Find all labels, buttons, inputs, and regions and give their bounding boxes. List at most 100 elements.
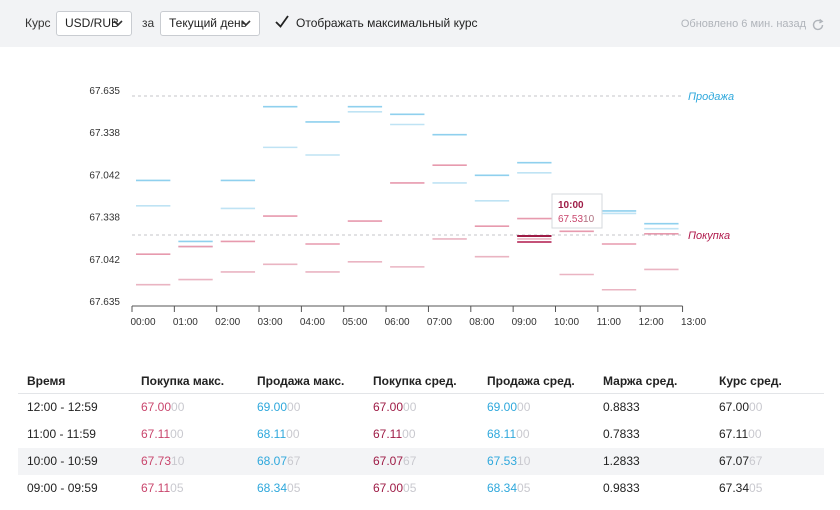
cell-value-tail: 67 [749,454,763,468]
cell-value-main: 67.34 [719,481,750,495]
cell-value-main: 67.11 [141,481,171,495]
cell-value-main: 67.00 [373,400,404,414]
cell-value-main: 69.00 [487,400,518,414]
cell-margin-avg: 1.2833 [603,454,640,468]
x-tick-label: 11:00 [597,317,622,328]
cell-buy-avg: 67.0000 [373,394,416,421]
toolbar: Курс USD/RUB за Текущий день Отображать … [0,0,840,47]
cell-value-main: 68.34 [257,481,288,495]
table-row[interactable]: 11:00 - 11:59 67.1100 68.1100 67.1100 68.110… [18,421,824,448]
for-label: за [142,16,155,30]
cell-value-main: 69.00 [257,400,288,414]
chevron-down-icon [241,20,251,27]
cell-sell-max: 68.0767 [257,448,300,475]
rates-table: Время Покупка макс. Продажа макс. Покупк… [18,369,824,502]
cell-time: 10:00 - 10:59 [27,454,98,468]
cell-buy-max: 67.7310 [141,448,184,475]
cell-value-tail: 10 [171,454,185,468]
cell-value-tail: 10 [517,454,531,468]
cell-margin-avg: 0.7833 [603,427,640,441]
header-buy-avg: Покупка сред. [373,374,457,388]
table-row[interactable]: 10:00 - 10:59 67.7310 68.0767 67.0767 67.531… [18,448,824,475]
cell-value-tail: 00 [516,427,530,441]
x-tick-label: 01:00 [173,317,198,328]
y-tick-label: 67.042 [89,255,120,266]
cell-value-main: 67.11 [141,427,171,441]
y-tick-label: 67.042 [89,170,120,181]
y-tick-label: 67.635 [89,86,120,97]
cell-value-tail: 00 [748,427,762,441]
cell-value-tail: 05 [749,481,763,495]
header-sell-max: Продажа макс. [257,374,345,388]
cell-rate-avg: 67.0767 [719,448,762,475]
cell-value-tail: 05 [403,481,417,495]
cell-value-tail: 67 [403,454,417,468]
cell-value-main: 67.11 [719,427,749,441]
cell-value-main: 67.07 [373,454,404,468]
cell-value-main: 67.53 [487,454,518,468]
x-tick-label: 06:00 [385,317,410,328]
x-tick-label: 13:00 [681,317,706,328]
currency-pair-value: USD/RUB [65,16,120,30]
period-dropdown[interactable]: Текущий день [160,11,260,36]
cell-value-main: 67.00 [141,400,172,414]
cell-margin-avg: 0.9833 [603,481,640,495]
show-max-label: Отображать максимальный курс [296,16,478,30]
x-tick-label: 12:00 [639,317,664,328]
cell-buy-max: 67.0000 [141,394,184,421]
cell-value-tail: 05 [287,481,301,495]
cell-value-tail: 00 [403,400,417,414]
reference-line-label: Продажа [688,91,734,103]
cell-buy-avg: 67.1100 [373,421,416,448]
cell-value-main: 67.07 [719,454,750,468]
cell-sell-avg: 68.3405 [487,475,530,502]
x-tick-label: 04:00 [300,317,325,328]
cell-sell-avg: 68.1100 [487,421,530,448]
cell-rate-avg: 67.3405 [719,475,762,502]
x-tick-label: 02:00 [215,317,240,328]
chevron-down-icon [113,20,123,27]
checkmark-icon[interactable] [272,12,292,32]
cell-time: 12:00 - 12:59 [27,400,98,414]
cell-value-tail: 00 [517,400,531,414]
table-row[interactable]: 12:00 - 12:59 67.0000 69.0000 67.0000 69.000… [18,394,824,421]
cell-value-main: 68.34 [487,481,518,495]
cell-value-tail: 00 [402,427,416,441]
cell-value-tail: 05 [170,481,184,495]
cell-buy-avg: 67.0005 [373,475,416,502]
tooltip-value-main: 67.53 [558,214,583,225]
x-tick-label: 05:00 [342,317,367,328]
cell-value-tail: 00 [286,427,300,441]
cell-sell-avg: 67.5310 [487,448,530,475]
header-sell-avg: Продажа сред. [487,374,575,388]
cell-value-main: 68.11 [487,427,517,441]
period-value: Текущий день [169,16,247,30]
cell-sell-max: 68.1100 [257,421,300,448]
refresh-icon[interactable] [811,18,825,32]
cell-buy-max: 67.1105 [141,475,184,502]
updated-status: Обновлено 6 мин. назад [680,18,806,30]
x-tick-label: 08:00 [469,317,494,328]
x-tick-label: 09:00 [512,317,537,328]
currency-pair-dropdown[interactable]: USD/RUB [56,11,132,36]
x-tick-label: 07:00 [427,317,452,328]
y-tick-label: 67.635 [89,297,120,308]
header-time: Время [27,374,66,388]
cell-value-tail: 00 [287,400,301,414]
cell-value-main: 67.11 [373,427,403,441]
cell-value-main: 67.00 [719,400,750,414]
tooltip-value: 67.5310 [558,214,595,225]
cell-sell-max: 69.0000 [257,394,300,421]
cell-buy-avg: 67.0767 [373,448,416,475]
cell-value-main: 67.00 [373,481,404,495]
cell-value-main: 67.73 [141,454,172,468]
table-row[interactable]: 09:00 - 09:59 67.1105 68.3405 67.0005 68.340… [18,475,824,502]
cell-rate-avg: 67.1100 [719,421,762,448]
tooltip-value-tail: 10 [583,214,595,225]
cell-value-tail: 00 [170,427,184,441]
x-tick-label: 00:00 [130,317,155,328]
tooltip-time: 10:00 [558,200,584,211]
table-header: Время Покупка макс. Продажа макс. Покупк… [18,369,824,394]
cell-value-tail: 00 [171,400,185,414]
cell-sell-avg: 69.0000 [487,394,530,421]
